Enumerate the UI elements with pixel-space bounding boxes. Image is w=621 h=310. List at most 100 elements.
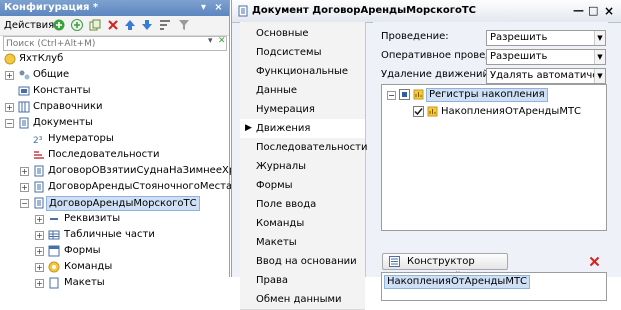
- tab-movements[interactable]: ▶ Движения: [240, 119, 365, 139]
- expand-toggle[interactable]: +: [20, 183, 29, 192]
- tree-item-label: Табличные части: [64, 229, 155, 240]
- tree-item-yachtclub[interactable]: ЯхтКлуб: [0, 51, 228, 67]
- tab-numbering[interactable]: Нумерация: [240, 100, 365, 120]
- delete-movements-value: Удалять автоматически п: [490, 70, 605, 81]
- tab-input-field[interactable]: Поле ввода: [240, 195, 365, 215]
- tab-label: Права: [256, 275, 289, 286]
- tree-item-sequences[interactable]: Последовательности: [0, 147, 228, 163]
- svg-text:2³: 2³: [33, 136, 43, 145]
- tab-label: Ввод на основании: [256, 256, 357, 267]
- expand-toggle[interactable]: +: [5, 71, 14, 80]
- tab-templates[interactable]: Макеты: [240, 233, 365, 253]
- search-dropdown-icon[interactable]: ▾: [208, 36, 213, 46]
- add-icon[interactable]: [53, 19, 65, 31]
- tab-forms[interactable]: Формы: [240, 176, 365, 196]
- tree-item-tabular-sections[interactable]: + Табличные части: [0, 227, 228, 243]
- checkbox-partial-icon[interactable]: [399, 89, 410, 100]
- tree-item-label: Общие: [33, 69, 70, 80]
- tree-item-constants[interactable]: Константы: [0, 83, 228, 99]
- expand-toggle[interactable]: +: [35, 231, 44, 240]
- tree-item-attributes[interactable]: + Реквизиты: [0, 211, 228, 227]
- tree-item-documents[interactable]: − Документы: [0, 115, 228, 131]
- tab-main[interactable]: Основные: [240, 24, 365, 44]
- constructor-icon: [389, 256, 400, 267]
- configuration-toolbar: Действия ▾: [0, 16, 229, 36]
- configuration-panel: Конфигурация * ▾ × Действия ▾ ▾ ✕ ЯхтКлу…: [0, 0, 277, 289]
- register-item-label[interactable]: НакопленияОтАрендыМТС: [441, 105, 581, 118]
- posting-select[interactable]: Разрешить ▼: [486, 30, 606, 46]
- attributes-icon: [50, 218, 58, 220]
- expand-toggle[interactable]: +: [5, 103, 14, 112]
- close-button[interactable]: ×: [604, 0, 614, 22]
- tab-rights[interactable]: Права: [240, 271, 365, 291]
- expand-toggle[interactable]: +: [35, 263, 44, 272]
- configuration-search-field[interactable]: ▾ ✕: [3, 36, 227, 51]
- expand-toggle[interactable]: +: [35, 279, 44, 288]
- collapse-toggle[interactable]: −: [387, 91, 396, 100]
- tree-item-numerators[interactable]: 2³ Нумераторы: [0, 131, 228, 147]
- accumulation-register-icon: [413, 89, 424, 100]
- tree-item-catalogs[interactable]: + Справочники: [0, 99, 228, 115]
- tab-label: Нумерация: [256, 104, 315, 115]
- move-up-icon[interactable]: [124, 19, 136, 31]
- add-group-icon[interactable]: [71, 19, 83, 31]
- minimize-button[interactable]: —: [573, 0, 584, 22]
- move-down-icon[interactable]: [141, 19, 153, 31]
- tab-subsystems[interactable]: Подсистемы: [240, 43, 365, 63]
- tree-item-document-storage-contract[interactable]: + ДоговорОВзятииСуднаНаЗимнееХранение: [0, 163, 273, 179]
- dropdown-arrow-icon[interactable]: ▼: [594, 50, 605, 64]
- property-tabs: Основные Подсистемы Функциональные опции…: [240, 22, 367, 310]
- checkbox-checked-icon[interactable]: [413, 106, 424, 117]
- copy-icon[interactable]: [89, 19, 101, 31]
- collapse-toggle[interactable]: −: [20, 199, 29, 208]
- collapse-toggle[interactable]: −: [5, 119, 14, 128]
- expand-toggle[interactable]: +: [20, 167, 29, 176]
- tab-sequences[interactable]: Последовательности: [240, 138, 367, 158]
- maximize-button[interactable]: □: [588, 0, 598, 22]
- tab-input-based-on[interactable]: Ввод на основании: [240, 252, 365, 272]
- tree-item-label: Документы: [33, 117, 93, 128]
- tree-item-forms[interactable]: + Формы: [0, 243, 228, 259]
- realtime-posting-value: Разрешить: [490, 51, 548, 62]
- search-input[interactable]: [6, 37, 201, 50]
- panel-menu-button[interactable]: ▾: [198, 2, 209, 13]
- tab-label: Подсистемы: [256, 47, 322, 58]
- tree-item-document-sea-vessel-rental[interactable]: − ДоговорАрендыМорскогоТС: [0, 195, 228, 211]
- movements-panel: Проведение: Разрешить ▼ Оперативное пров…: [373, 22, 608, 301]
- tab-data[interactable]: Данные: [240, 81, 365, 101]
- tree-item-common[interactable]: + Общие: [0, 67, 228, 83]
- posting-value: Разрешить: [490, 32, 548, 43]
- sort-icon[interactable]: [159, 19, 171, 31]
- delete-icon[interactable]: [589, 256, 600, 267]
- search-clear-icon[interactable]: ✕: [218, 36, 226, 46]
- tab-commands[interactable]: Команды: [240, 214, 365, 234]
- registers-tree: − Регистры накопления НакопленияОтАренды…: [381, 84, 607, 231]
- configuration-title-bar: Конфигурация * ▾ ×: [0, 0, 229, 16]
- documents-icon: [19, 117, 29, 129]
- tree-item-templates[interactable]: + Макеты: [0, 275, 228, 291]
- tree-item-document-berth-rental[interactable]: + ДоговорАрендыСтояночногоМестаПричала: [0, 179, 277, 195]
- tree-item-label: Справочники: [33, 101, 103, 112]
- expand-toggle[interactable]: +: [35, 215, 44, 224]
- delete-movements-select[interactable]: Удалять автоматически п ▼: [486, 68, 606, 84]
- panel-close-button[interactable]: ×: [213, 2, 224, 13]
- constructor-list-item[interactable]: НакопленияОтАрендыМТС: [384, 275, 531, 289]
- tab-data-exchange[interactable]: Обмен данными: [240, 290, 365, 310]
- document-window-icon: [238, 5, 248, 17]
- document-title: Документ ДоговорАрендыМорскогоТС: [252, 5, 476, 16]
- tree-item-commands[interactable]: + Команды: [0, 259, 228, 275]
- tree-item-label: Последовательности: [48, 149, 160, 160]
- tab-journals[interactable]: Журналы: [240, 157, 365, 177]
- movement-constructor-button[interactable]: Конструктор движений: [382, 253, 508, 282]
- expand-toggle[interactable]: +: [35, 247, 44, 256]
- dropdown-arrow-icon[interactable]: ▼: [594, 69, 605, 83]
- realtime-posting-select[interactable]: Разрешить ▼: [486, 49, 606, 65]
- delete-movements-label: Удаление движений:: [381, 69, 493, 80]
- dropdown-arrow-icon[interactable]: ▼: [594, 31, 605, 45]
- filter-icon[interactable]: [178, 19, 190, 31]
- tree-item-label: Реквизиты: [64, 213, 121, 224]
- posting-label: Проведение:: [381, 31, 449, 42]
- register-group-label[interactable]: Регистры накопления: [426, 88, 548, 102]
- delete-icon[interactable]: [107, 19, 119, 31]
- tab-functional-options[interactable]: Функциональные опции: [240, 62, 365, 96]
